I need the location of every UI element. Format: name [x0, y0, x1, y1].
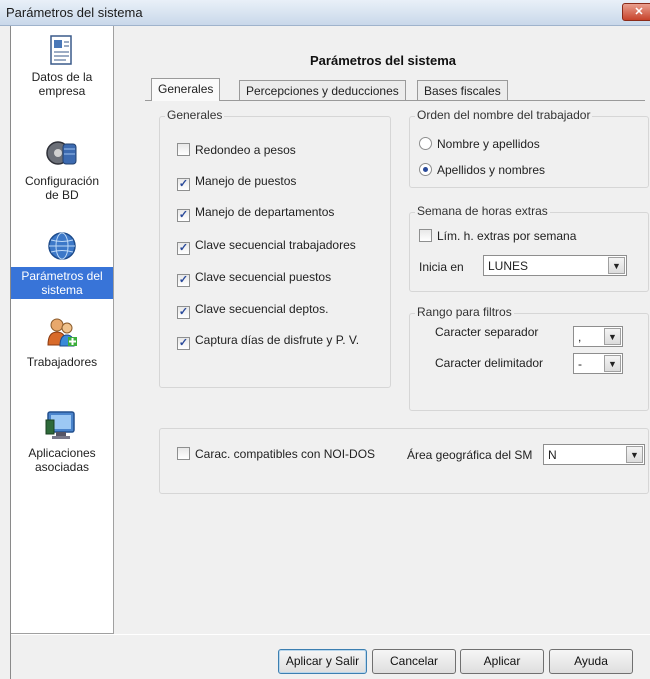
checkbox-label: Clave secuencial puestos — [195, 270, 332, 284]
delimitador-value: - — [578, 357, 582, 371]
inicia-label: Inicia en — [419, 260, 464, 274]
main-panel: Parámetros del sistema Generales Percepc… — [115, 26, 650, 634]
semana-group — [409, 212, 649, 292]
checkbox-box[interactable] — [419, 229, 432, 242]
checkbox-label: Captura días de disfrute y P. V. — [195, 333, 360, 347]
checkbox-box[interactable]: ✓ — [177, 306, 190, 319]
checkbox-carac-compatibles[interactable]: Carac. compatibles con NOI-DOS — [177, 447, 375, 461]
checkbox-box[interactable]: ✓ — [177, 178, 190, 191]
checkbox-redondeo[interactable]: Redondeo a pesos — [177, 143, 296, 157]
workers-icon — [47, 318, 77, 347]
checkbox-label: Clave secuencial trabajadores — [195, 238, 356, 252]
apply-exit-button[interactable]: Aplicar y Salir — [278, 649, 367, 674]
checkbox-box[interactable]: ✓ — [177, 337, 190, 350]
sidebar-item-label: Trabajadores — [26, 355, 98, 369]
checkbox-label: Lím. h. extras por semana — [437, 229, 577, 243]
chevron-down-icon[interactable]: ▼ — [604, 328, 621, 345]
inicia-select[interactable]: LUNES ▼ — [483, 255, 627, 276]
sidebar-item-label: Parámetros del sistema — [11, 267, 113, 299]
cancel-button[interactable]: Cancelar — [372, 649, 456, 674]
area-label: Área geográfica del SM — [407, 448, 533, 462]
semana-group-label: Semana de horas extras — [415, 204, 550, 218]
title-bar: Parámetros del sistema ✕ — [0, 0, 650, 26]
checkbox-label: Redondeo a pesos — [195, 143, 296, 157]
delimitador-select[interactable]: - ▼ — [573, 353, 623, 374]
checkbox-label: Carac. compatibles con NOI-DOS — [195, 447, 376, 461]
checkbox-label: Manejo de puestos — [195, 174, 297, 188]
tab-generales[interactable]: Generales — [151, 78, 221, 101]
checkbox-box[interactable]: ✓ — [177, 242, 190, 255]
document-icon — [50, 35, 72, 65]
sidebar-item-trabajadores[interactable]: Trabajadores — [11, 315, 113, 369]
sidebar: Datos de la empresa Configuración de BD … — [11, 26, 114, 634]
orden-group — [409, 116, 649, 188]
checkbox-clave-deptos[interactable]: ✓ Clave secuencial deptos. — [177, 302, 328, 319]
separador-value: , — [578, 330, 582, 344]
close-button[interactable]: ✕ — [622, 3, 650, 21]
checkbox-label: Clave secuencial deptos. — [195, 302, 329, 316]
database-config-icon — [46, 141, 77, 165]
radio-label: Apellidos y nombres — [437, 163, 546, 177]
area-value: N — [548, 448, 557, 462]
checkbox-box[interactable]: ✓ — [177, 209, 190, 222]
tab-percepciones[interactable]: Percepciones y deducciones — [239, 80, 406, 100]
chevron-down-icon[interactable]: ▼ — [604, 355, 621, 372]
rango-group-label: Rango para filtros — [415, 305, 514, 319]
checkbox-box[interactable] — [177, 447, 190, 460]
help-button[interactable]: Ayuda — [549, 649, 633, 674]
delimitador-label: Caracter delimitador — [435, 356, 544, 370]
checkbox-manejo-puestos[interactable]: ✓ Manejo de puestos — [177, 174, 296, 191]
tab-bases-fiscales[interactable]: Bases fiscales — [417, 80, 508, 100]
radio-circle[interactable] — [419, 137, 432, 150]
chevron-down-icon[interactable]: ▼ — [608, 257, 625, 274]
button-bar: Aplicar y Salir Cancelar Aplicar Ayuda — [11, 634, 650, 679]
area-select[interactable]: N ▼ — [543, 444, 645, 465]
checkbox-clave-puestos[interactable]: ✓ Clave secuencial puestos — [177, 270, 331, 287]
inicia-value: LUNES — [488, 259, 529, 273]
sidebar-item-label: Configuración de BD — [24, 174, 100, 202]
sidebar-item-label: Aplicaciones asociadas — [28, 446, 96, 474]
tab-page-generales: Generales Redondeo a pesos ✓ Manejo de pu… — [145, 100, 649, 496]
checkbox-clave-trabajadores[interactable]: ✓ Clave secuencial trabajadores — [177, 238, 356, 255]
sidebar-item-aplicaciones[interactable]: Aplicaciones asociadas — [11, 406, 113, 474]
sidebar-item-datos-empresa[interactable]: Datos de la empresa — [11, 34, 113, 98]
radio-label: Nombre y apellidos — [437, 137, 540, 151]
checkbox-box[interactable] — [177, 143, 190, 156]
checkbox-captura-dias[interactable]: ✓ Captura días de disfrute y P. V. — [177, 333, 359, 350]
checkbox-manejo-departamentos[interactable]: ✓ Manejo de departamentos — [177, 205, 334, 222]
sidebar-item-parametros[interactable]: Parámetros del sistema — [11, 229, 113, 299]
chevron-down-icon[interactable]: ▼ — [626, 446, 643, 463]
apply-button[interactable]: Aplicar — [460, 649, 544, 674]
radio-circle[interactable] — [419, 163, 432, 176]
dialog-window: Datos de la empresa Configuración de BD … — [10, 26, 650, 679]
page-title: Parámetros del sistema — [310, 53, 456, 68]
window-title: Parámetros del sistema — [6, 5, 143, 20]
orden-group-label: Orden del nombre del trabajador — [415, 108, 593, 122]
separador-select[interactable]: , ▼ — [573, 326, 623, 347]
globe-icon — [48, 232, 76, 260]
radio-nombre-apellidos[interactable]: Nombre y apellidos — [419, 137, 540, 151]
sidebar-item-label: Datos de la empresa — [31, 70, 93, 98]
checkbox-box[interactable]: ✓ — [177, 274, 190, 287]
checkbox-limite-horas[interactable]: Lím. h. extras por semana — [419, 229, 576, 243]
generales-group-label: Generales — [165, 108, 225, 122]
radio-apellidos-nombres[interactable]: Apellidos y nombres — [419, 163, 545, 177]
applications-icon — [45, 411, 75, 439]
checkbox-label: Manejo de departamentos — [195, 205, 335, 219]
sidebar-item-configuracion-bd[interactable]: Configuración de BD — [11, 136, 113, 202]
separador-label: Caracter separador — [435, 325, 539, 339]
